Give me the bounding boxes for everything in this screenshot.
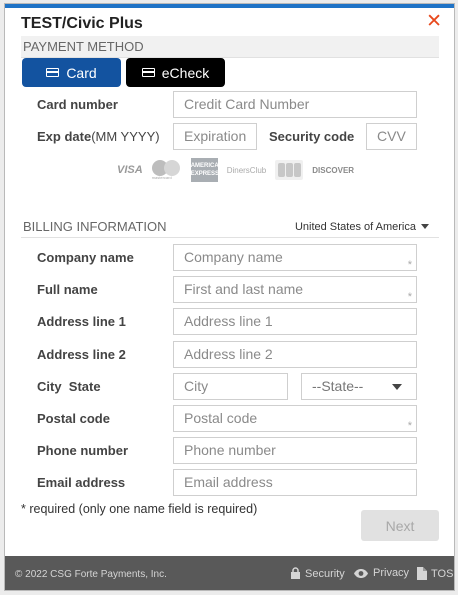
privacy-link-label: Privacy — [373, 567, 410, 579]
lock-icon — [291, 567, 300, 579]
state-value: --State-- — [312, 378, 364, 394]
security-link-label: Security — [305, 567, 345, 580]
payment-method-label: PAYMENT METHOD — [23, 39, 144, 54]
email-address-label: Email address — [37, 475, 126, 490]
exp-date-label-text: Exp date — [37, 129, 92, 144]
tos-link[interactable]: TOS — [417, 567, 453, 580]
footer: © 2022 CSG Forte Payments, Inc. Security… — [5, 556, 454, 590]
exp-date-label: Exp date(MM YYYY) — [37, 129, 160, 144]
postal-code-placeholder: Postal code — [184, 410, 258, 426]
payment-method-header: PAYMENT METHOD — [21, 36, 439, 58]
copyright: © 2022 CSG Forte Payments, Inc. — [15, 569, 167, 580]
city-input[interactable]: City — [173, 373, 288, 400]
full-name-placeholder: First and last name — [184, 281, 304, 297]
required-note: * required (only one name field is requi… — [21, 502, 258, 516]
exp-date-hint: (MM YYYY) — [91, 129, 160, 144]
tab-card[interactable]: Card — [22, 58, 121, 87]
billing-info-header: BILLING INFORMATION United States of Ame… — [21, 216, 439, 238]
country-select[interactable]: United States of America — [295, 216, 429, 238]
security-code-label: Security code — [269, 129, 355, 144]
full-name-input[interactable]: First and last name * — [173, 276, 417, 303]
check-icon — [141, 68, 155, 77]
state-select[interactable]: --State-- — [301, 373, 417, 400]
phone-number-label: Phone number — [37, 443, 129, 458]
visa-logo: VISA — [117, 164, 143, 176]
security-link[interactable]: Security — [290, 567, 345, 580]
diners-logo: DinersClub — [226, 165, 267, 175]
payment-modal: TEST/Civic Plus ✕ PAYMENT METHOD Card eC… — [4, 3, 455, 591]
company-name-placeholder: Company name — [184, 249, 283, 265]
required-mark: * — [407, 259, 412, 271]
postal-code-input[interactable]: Postal code * — [173, 405, 417, 432]
state-label: State — [68, 379, 101, 394]
phone-number-input[interactable]: Phone number — [173, 437, 417, 464]
tab-card-label: Card — [66, 64, 97, 81]
chevron-down-icon — [392, 384, 402, 390]
close-icon[interactable]: ✕ — [426, 12, 442, 31]
next-button[interactable]: Next — [361, 510, 439, 541]
mastercard-logo: mastercard — [151, 160, 182, 180]
required-mark: * — [407, 420, 412, 432]
amex-logo: AMERICAN EXPRESS — [190, 158, 223, 182]
document-icon — [417, 567, 427, 580]
card-logos: VISA mastercard AMERICAN EXPRESS DinersC… — [117, 158, 354, 182]
full-name-label: Full name — [37, 282, 98, 297]
eye-icon — [354, 568, 368, 578]
company-name-label: Company name — [37, 250, 134, 265]
city-state-label: City State — [37, 379, 101, 394]
card-icon — [46, 68, 60, 77]
billing-info-label: BILLING INFORMATION — [23, 219, 167, 234]
card-number-label: Card number — [37, 97, 118, 112]
accent-bar — [5, 4, 454, 8]
company-name-input[interactable]: Company name * — [173, 244, 417, 271]
required-mark: * — [407, 291, 412, 303]
postal-code-label: Postal code — [37, 411, 110, 426]
card-number-input[interactable]: Credit Card Number — [173, 91, 417, 118]
tos-link-label: TOS — [431, 567, 454, 580]
modal-title: TEST/Civic Plus — [21, 15, 143, 32]
privacy-link[interactable]: Privacy — [353, 567, 409, 579]
address-line-2-input[interactable]: Address line 2 — [173, 341, 417, 368]
country-value: United States of America — [294, 221, 416, 233]
tab-echeck-label: eCheck — [161, 64, 210, 81]
email-address-input[interactable]: Email address — [173, 469, 417, 496]
exp-date-input[interactable]: Expiration — [173, 123, 257, 150]
city-label: City — [37, 379, 62, 394]
jcb-logo — [275, 160, 304, 180]
chevron-down-icon — [421, 224, 429, 229]
cvv-input[interactable]: CVV — [366, 123, 417, 150]
address-line-2-label: Address line 2 — [37, 347, 126, 362]
address-line-1-label: Address line 1 — [37, 314, 126, 329]
tab-echeck[interactable]: eCheck — [126, 58, 225, 87]
address-line-1-input[interactable]: Address line 1 — [173, 308, 417, 335]
discover-logo: DISCOVER — [312, 165, 355, 175]
